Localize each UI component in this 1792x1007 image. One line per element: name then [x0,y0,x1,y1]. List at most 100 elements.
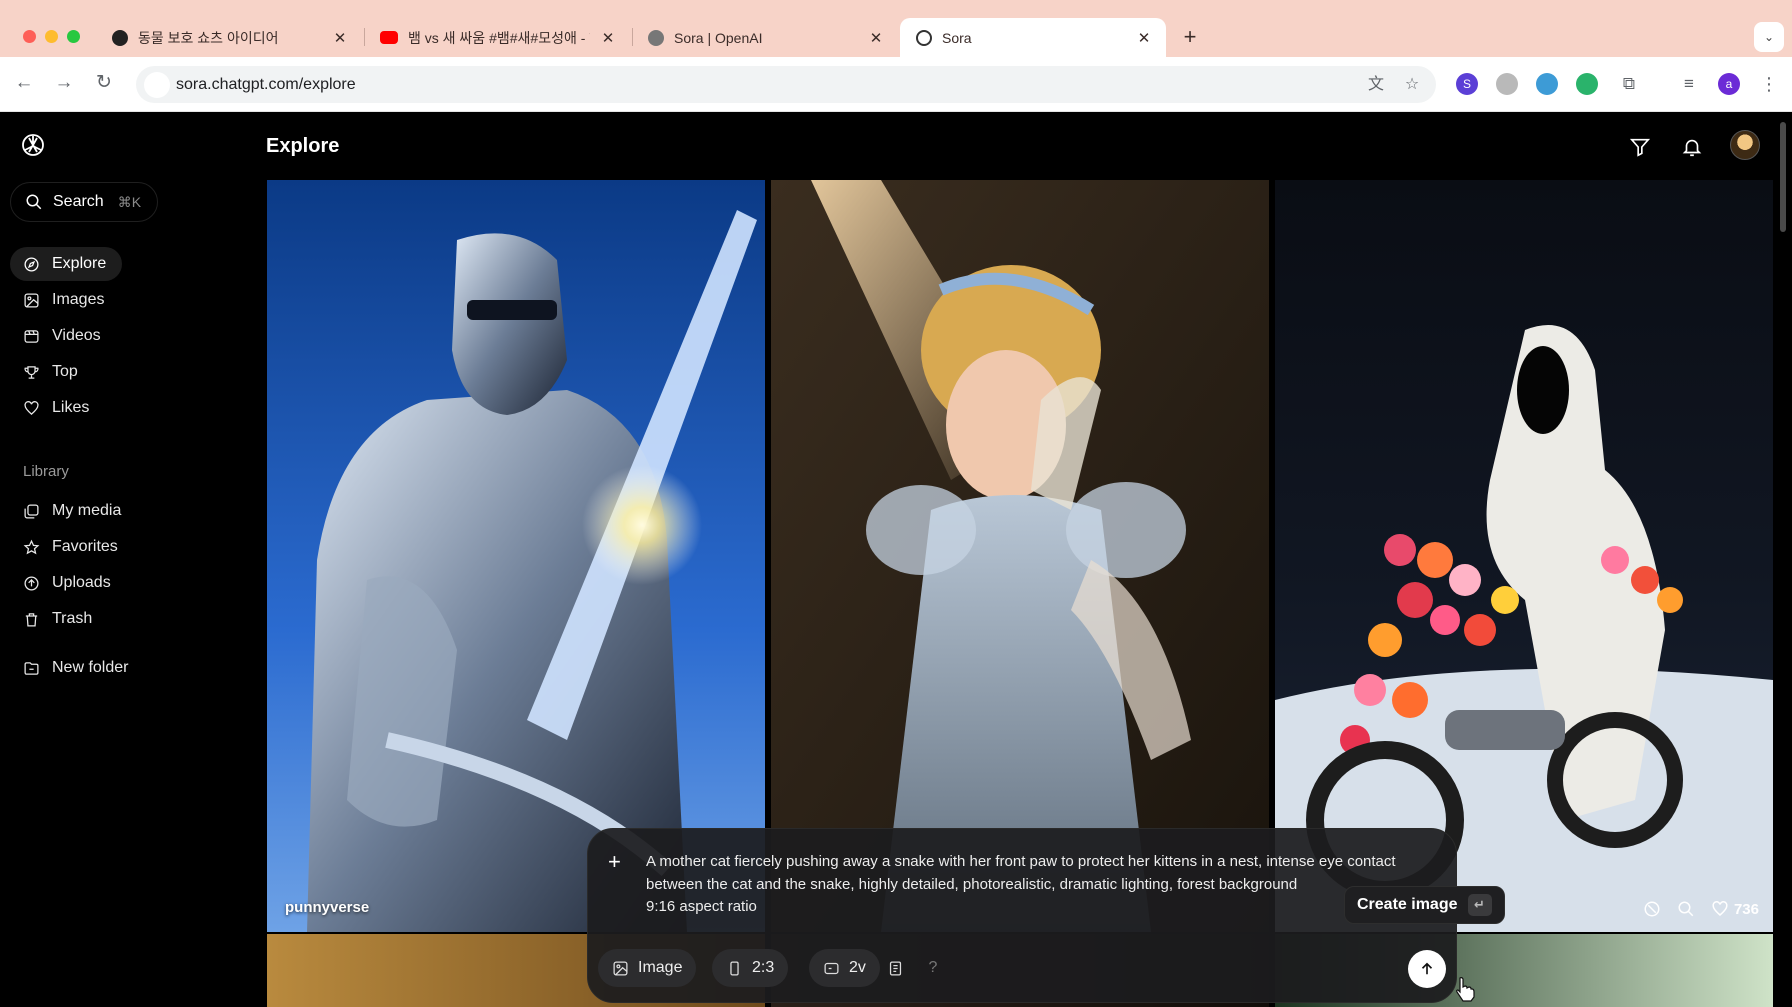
search-button[interactable]: Search ⌘K [10,182,158,222]
extension-icon[interactable] [1496,73,1518,95]
maximize-window-button[interactable] [67,30,80,43]
type-label: Image [638,959,683,976]
remix-icon[interactable] [1643,900,1661,918]
sidebar-item-label: Uploads [52,574,111,591]
sidebar-item-images[interactable]: Images [10,283,120,317]
page-scrollbar[interactable] [1780,122,1786,232]
tab-search-button[interactable]: ⌄ [1754,22,1784,52]
back-button[interactable]: ← [10,69,38,97]
submit-button[interactable] [1408,950,1446,988]
variations-selector[interactable]: 2v [809,949,880,987]
sidebar-item-uploads[interactable]: Uploads [10,566,127,600]
reload-button[interactable]: ↻ [90,69,118,97]
add-attachment-button[interactable]: + [608,849,621,875]
search-icon[interactable] [1677,900,1695,918]
sidebar-item-likes[interactable]: Likes [10,391,105,425]
sidebar-item-label: Videos [52,327,101,344]
aspect-ratio-selector[interactable]: 2:3 [712,949,789,987]
sidebar-item-explore[interactable]: Explore [10,247,123,281]
youtube-icon [380,31,398,44]
tab-title: Sora | OpenAI [674,29,763,46]
create-image-tooltip: Create image ↵ [1344,886,1505,924]
library-section-label: Library [23,463,69,480]
sidebar-item-label: Favorites [52,538,118,555]
prompt-text: A mother cat fiercely pushing away a sna… [646,853,1396,893]
sora-icon [916,29,932,46]
new-tab-button[interactable]: + [1176,24,1204,52]
extension-chatgpt-icon[interactable] [1536,73,1558,95]
card-image [1275,180,1773,932]
close-tab-icon[interactable]: ✕ [866,29,886,47]
browser-tab[interactable]: 동물 보호 쇼츠 아이디어 ✕ [96,18,362,57]
arrow-up-icon [1421,962,1433,975]
sidebar-item-my-media[interactable]: My media [10,494,137,528]
extension-green-icon[interactable] [1576,73,1598,95]
card-image [771,180,1269,932]
tab-title: 동물 보호 쇼츠 아이디어 [138,29,279,46]
sidebar-item-top[interactable]: Top [10,355,94,389]
url-text[interactable]: sora.chatgpt.com/explore [176,66,356,103]
folder-plus-icon [22,659,40,677]
sora-app: Search ⌘K Explore Images Videos Top Like… [0,112,1792,1007]
filter-icon[interactable] [1626,133,1654,161]
help-button[interactable]: ? [921,956,945,980]
translate-icon[interactable]: 文 [1364,73,1388,97]
variations-icon [824,962,839,974]
variations-label: 2v [849,959,866,976]
video-icon [22,327,40,345]
sidebar-item-label: My media [52,502,122,519]
sidebar-item-favorites[interactable]: Favorites [10,530,134,564]
bookmark-star-icon[interactable]: ☆ [1400,73,1424,97]
bell-icon[interactable] [1678,133,1706,161]
search-shortcut: ⌘K [117,193,142,210]
forward-button[interactable]: → [50,69,78,97]
browser-menu-icon[interactable]: ⋮ [1758,73,1780,95]
extension-s-icon[interactable]: S [1456,73,1478,95]
trophy-icon [22,363,40,381]
heart-icon [22,399,40,417]
type-selector[interactable]: Image [598,949,697,987]
image-icon [613,960,628,976]
close-tab-icon[interactable]: ✕ [1134,29,1154,47]
sidebar-item-trash[interactable]: Trash [10,602,108,636]
search-icon [26,194,42,210]
browser-tab-active[interactable]: Sora ✕ [900,18,1166,57]
search-label: Search [53,193,104,210]
user-avatar[interactable] [1730,130,1760,160]
openai-icon [112,29,128,46]
close-window-button[interactable] [23,30,36,43]
profile-avatar[interactable]: a [1718,73,1740,95]
card-author[interactable]: punnyverse [285,899,369,916]
extensions-puzzle-icon[interactable]: ⧉ [1618,73,1640,95]
sidebar-item-videos[interactable]: Videos [10,319,117,353]
mouse-cursor-icon [1456,977,1475,1002]
compass-icon [22,255,40,273]
browser-tab[interactable]: Sora | OpenAI ✕ [632,18,898,57]
aspect-label: 2:3 [752,959,775,976]
explore-card-phone[interactable] [771,180,1269,932]
presets-button[interactable] [878,951,912,985]
prompt-composer: + A mother cat fiercely pushing away a s… [587,828,1457,1003]
browser-tab[interactable]: 뱀 vs 새 싸움 #뱀#새#모성애 - Yo ✕ [364,18,630,57]
heart-icon [1712,901,1728,916]
enter-key-hint: ↵ [1467,894,1492,916]
site-info-icon[interactable] [144,72,170,98]
new-folder-button[interactable]: New folder [10,651,144,685]
minimize-window-button[interactable] [45,30,58,43]
explore-card-motorcycle[interactable]: 736 [1275,180,1773,932]
openai-logo-icon[interactable] [20,132,46,158]
close-tab-icon[interactable]: ✕ [598,29,618,47]
openai-icon [648,29,664,46]
media-control-icon[interactable]: ≡ [1678,73,1700,95]
new-folder-label: New folder [52,659,129,676]
prompt-input[interactable]: A mother cat fiercely pushing away a sna… [646,851,1426,919]
star-icon [22,538,40,556]
browser-tab-bar: 동물 보호 쇼츠 아이디어 ✕ 뱀 vs 새 싸움 #뱀#새#모성애 - Yo … [0,0,1792,57]
explore-card-knight[interactable]: punnyverse [267,180,765,932]
like-button[interactable]: 736 [1711,900,1759,918]
document-icon [889,960,901,976]
card-image [267,180,765,932]
close-tab-icon[interactable]: ✕ [330,29,350,47]
image-icon [22,291,40,309]
address-bar[interactable]: sora.chatgpt.com/explore 文 ☆ [136,66,1436,103]
